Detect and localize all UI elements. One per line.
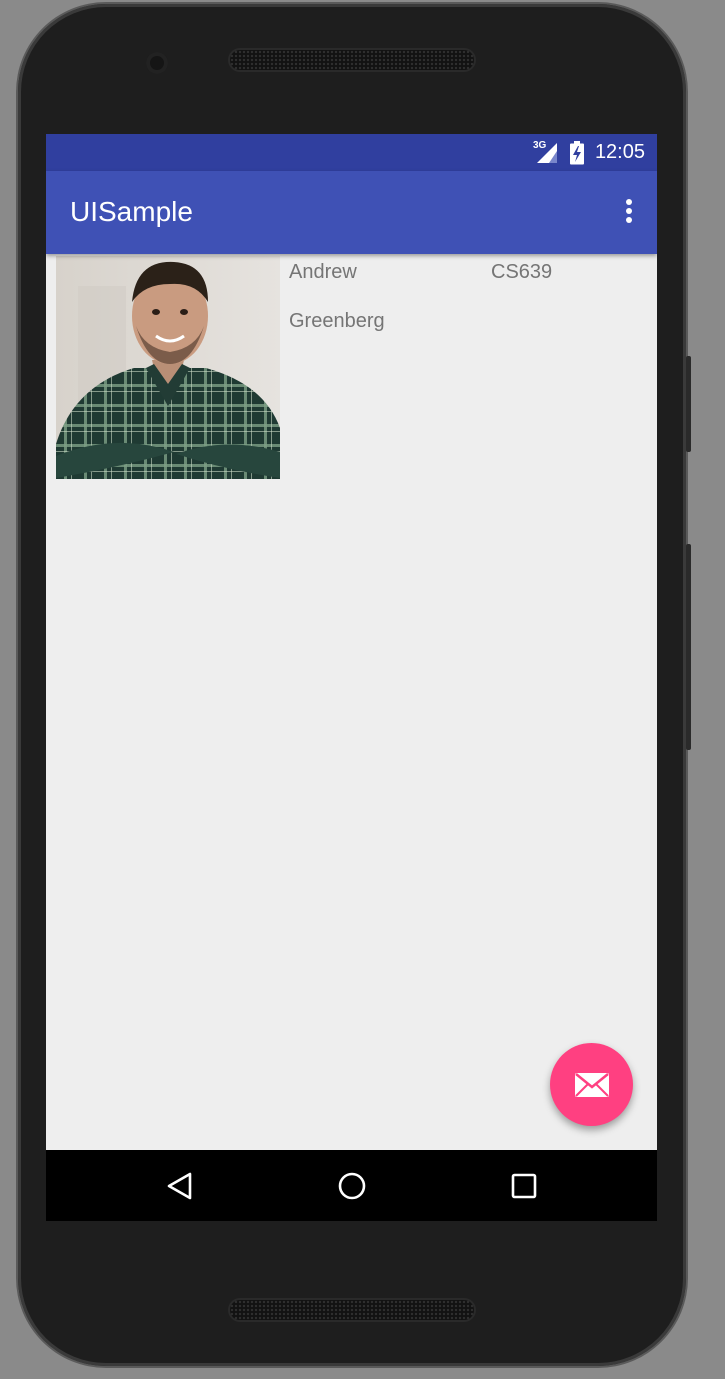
bottom-speaker: [230, 1300, 474, 1320]
front-camera: [146, 52, 168, 74]
power-button: [686, 356, 691, 452]
top-speaker: [230, 50, 474, 70]
main-content: Andrew CS639 Greenberg: [46, 254, 657, 1150]
email-fab-button[interactable]: [550, 1043, 633, 1126]
home-icon[interactable]: [334, 1168, 370, 1204]
app-bar: UISample: [46, 171, 657, 254]
email-icon: [574, 1072, 609, 1097]
course-label: CS639: [491, 261, 553, 283]
app-title: UISample: [70, 196, 193, 227]
recents-icon[interactable]: [506, 1168, 542, 1204]
network-type: 3G: [532, 139, 547, 151]
back-icon[interactable]: [162, 1168, 198, 1204]
signal-icon: 3G: [532, 139, 559, 164]
status-time: 12:05: [594, 141, 645, 163]
last-name-label: Greenberg: [289, 310, 385, 332]
more-vert-icon[interactable]: [623, 199, 635, 227]
device-screen: 3G 12:05 UISample Andrew CS639 Greenberg: [46, 134, 657, 1221]
battery-charging-icon: [569, 140, 585, 165]
profile-photo: [56, 256, 280, 479]
volume-button: [686, 544, 691, 750]
first-name-label: Andrew: [289, 261, 357, 283]
navigation-bar: [46, 1150, 657, 1221]
status-bar: 3G 12:05: [46, 134, 657, 171]
